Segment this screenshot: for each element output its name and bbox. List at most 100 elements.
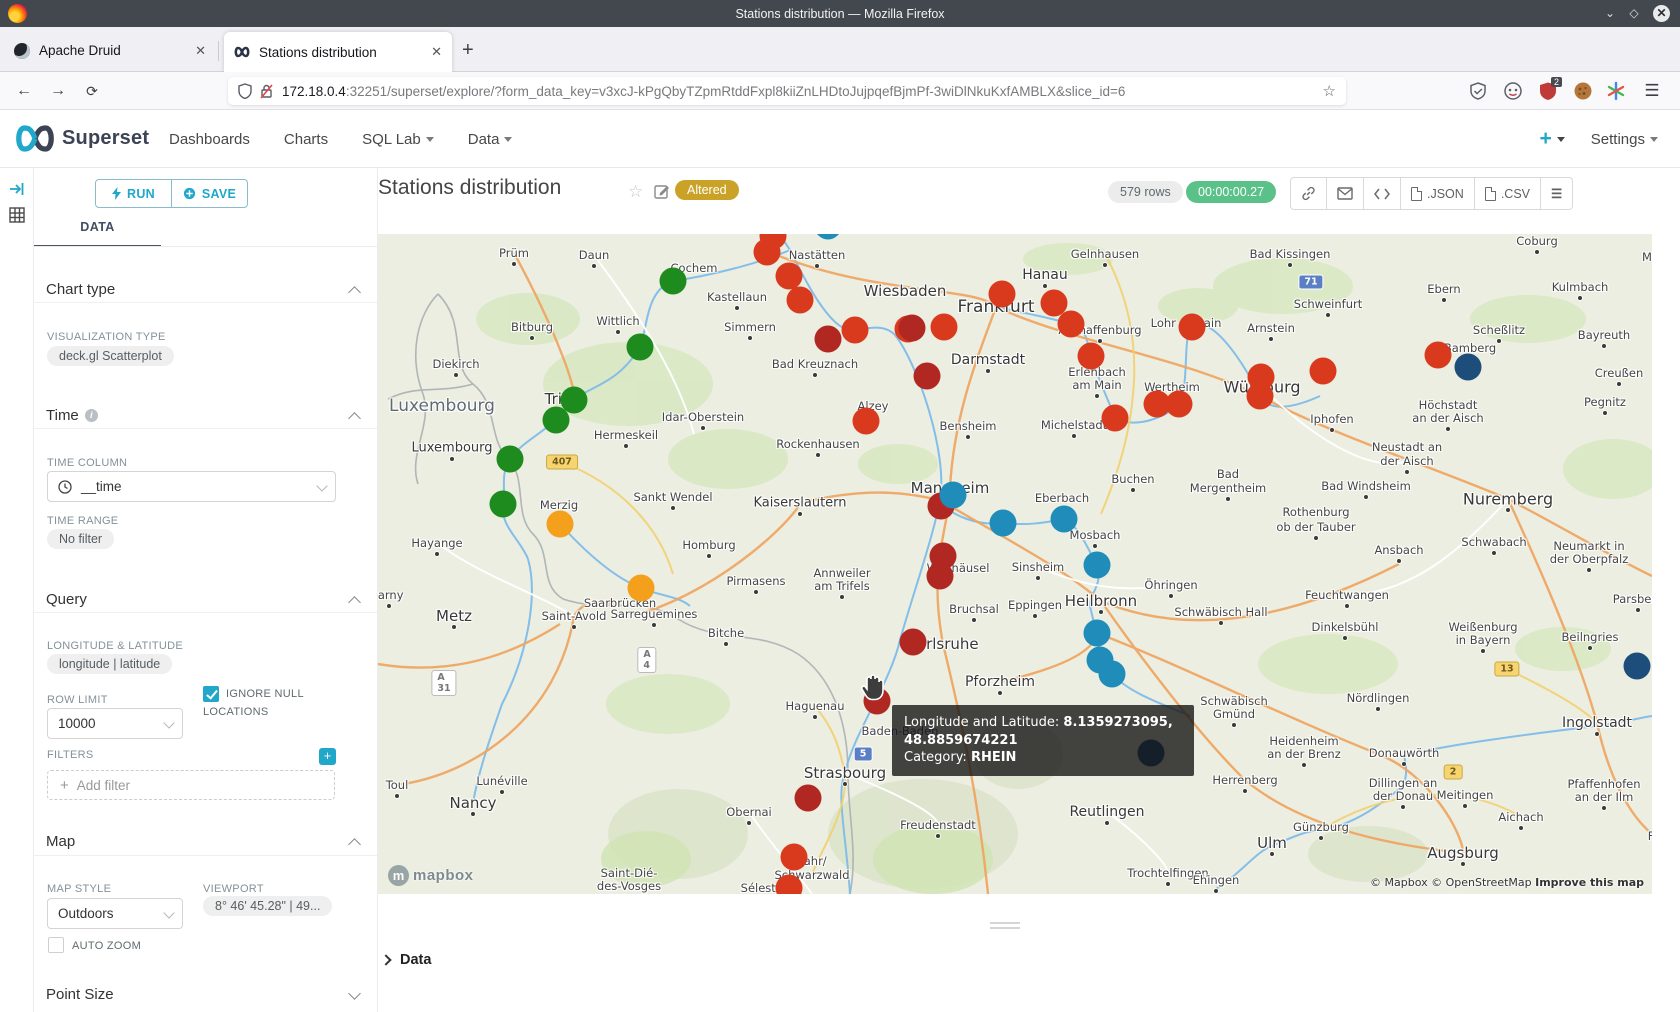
viewport-pill[interactable]: 8° 46' 45.28" | 49... <box>203 896 332 916</box>
data-point[interactable] <box>1058 311 1085 338</box>
lonlat-pill[interactable]: longitude | latitude <box>47 654 172 674</box>
tab-stations-distribution[interactable]: Stations distribution ✕ <box>224 32 452 72</box>
data-point[interactable] <box>1425 342 1452 369</box>
tab-close-icon[interactable]: ✕ <box>195 43 206 59</box>
superset-logo[interactable]: Superset <box>14 124 149 153</box>
cookie-icon[interactable] <box>1573 81 1593 101</box>
data-point[interactable] <box>853 408 880 435</box>
back-button[interactable]: ← <box>12 80 36 102</box>
map-style-select[interactable]: Outdoors <box>47 898 183 929</box>
section-time[interactable]: Timei <box>46 407 366 424</box>
data-point[interactable] <box>1166 391 1193 418</box>
data-point[interactable] <box>1051 506 1078 533</box>
data-point[interactable] <box>1624 653 1651 680</box>
data-point[interactable] <box>1310 358 1337 385</box>
window-maximize-icon[interactable]: ◇ <box>1626 5 1642 21</box>
mapbox-logo[interactable]: m mapbox <box>388 865 474 886</box>
data-point[interactable] <box>900 629 927 656</box>
section-point-size[interactable]: Point Size <box>46 986 366 1003</box>
edit-properties-icon[interactable] <box>654 183 670 199</box>
extension-shield-icon[interactable] <box>1468 81 1488 101</box>
new-tab-button[interactable]: + <box>462 39 474 61</box>
run-button[interactable]: RUN <box>96 180 172 207</box>
dataset-grid-icon[interactable] <box>8 206 26 224</box>
data-point[interactable] <box>931 314 958 341</box>
expand-panel-icon[interactable] <box>8 180 26 198</box>
nav-item-sql-lab[interactable]: SQL Lab <box>362 131 434 148</box>
data-point[interactable] <box>1102 405 1129 432</box>
section-query[interactable]: Query <box>46 591 366 608</box>
data-point[interactable] <box>940 482 967 509</box>
save-button[interactable]: SAVE <box>172 180 247 207</box>
nav-item-charts[interactable]: Charts <box>284 131 328 148</box>
section-chart-type[interactable]: Chart type <box>46 281 366 298</box>
add-filter-plus-button[interactable]: + <box>319 748 336 765</box>
data-point[interactable] <box>776 875 803 895</box>
tab-data[interactable]: DATA <box>34 220 161 234</box>
email-button[interactable] <box>1327 177 1364 210</box>
permissions-shield-icon[interactable] <box>238 83 252 99</box>
viz-type-pill[interactable]: deck.gl Scatterplot <box>47 346 174 366</box>
url-bar[interactable]: 172.18.0.4:32251/superset/explore/?form_… <box>228 77 1346 105</box>
tab-close-icon[interactable]: ✕ <box>431 44 442 60</box>
data-point[interactable] <box>1248 364 1275 391</box>
data-point[interactable] <box>787 287 814 314</box>
data-point[interactable] <box>627 334 654 361</box>
altered-badge[interactable]: Altered <box>675 180 739 200</box>
time-range-pill[interactable]: No filter <box>47 529 114 549</box>
drag-handle[interactable] <box>990 922 1020 932</box>
data-point[interactable] <box>989 281 1016 308</box>
data-point[interactable] <box>899 315 926 342</box>
data-point[interactable] <box>1084 552 1111 579</box>
data-point[interactable] <box>1455 354 1482 381</box>
multi-account-icon[interactable] <box>1606 81 1626 101</box>
insecure-lock-icon[interactable] <box>260 83 273 99</box>
map-attribution[interactable]: © Mapbox © OpenStreetMap Improve this ma… <box>1370 876 1644 889</box>
data-point[interactable] <box>497 446 524 473</box>
data-point[interactable] <box>628 575 655 602</box>
share-link-button[interactable] <box>1290 177 1327 210</box>
privacy-mask-icon[interactable] <box>1503 81 1523 101</box>
data-point[interactable] <box>815 326 842 353</box>
data-point[interactable] <box>842 317 869 344</box>
data-point[interactable] <box>1078 343 1105 370</box>
tab-apache-druid[interactable]: Apache Druid ✕ <box>4 32 216 69</box>
row-limit-select[interactable]: 10000 <box>47 708 183 739</box>
section-map[interactable]: Map <box>46 833 366 850</box>
data-point[interactable] <box>914 363 941 390</box>
data-point[interactable] <box>781 844 808 871</box>
window-minimize-icon[interactable]: ⌄ <box>1602 5 1618 21</box>
favorite-star-icon[interactable]: ☆ <box>628 182 643 202</box>
data-point[interactable] <box>490 491 517 518</box>
menu-hamburger-icon[interactable]: ☰ <box>1642 81 1662 101</box>
data-point[interactable] <box>543 407 570 434</box>
settings-menu[interactable]: Settings <box>1591 131 1658 148</box>
ublock-icon[interactable]: 2 <box>1538 81 1558 101</box>
data-point[interactable] <box>927 563 954 590</box>
more-options-button[interactable]: ☰ <box>1541 177 1573 210</box>
reload-button[interactable]: ⟳ <box>80 80 104 102</box>
new-item-button[interactable]: + <box>1540 127 1565 151</box>
window-close-icon[interactable]: ✕ <box>1653 5 1670 22</box>
data-point[interactable] <box>990 510 1017 537</box>
data-point[interactable] <box>754 239 781 266</box>
data-point[interactable] <box>1179 314 1206 341</box>
nav-item-dashboards[interactable]: Dashboards <box>169 131 250 148</box>
add-filter-box[interactable]: +Add filter <box>47 770 335 800</box>
time-column-select[interactable]: __time <box>47 471 336 502</box>
data-point[interactable] <box>795 785 822 812</box>
data-point[interactable] <box>1084 620 1111 647</box>
nav-item-data[interactable]: Data <box>468 131 513 148</box>
auto-zoom-checkbox[interactable] <box>48 937 64 953</box>
forward-button[interactable]: → <box>46 80 70 102</box>
export-json-button[interactable]: .JSON <box>1401 177 1475 210</box>
ignore-null-checkbox[interactable] <box>203 686 219 702</box>
export-csv-button[interactable]: .CSV <box>1475 177 1541 210</box>
data-collapse-row[interactable]: Data <box>382 952 431 968</box>
data-point[interactable] <box>660 268 687 295</box>
data-point[interactable] <box>1099 661 1126 688</box>
bookmark-star-icon[interactable]: ☆ <box>1323 82 1336 100</box>
embed-code-button[interactable] <box>1364 177 1401 210</box>
data-point[interactable] <box>776 263 803 290</box>
map-canvas[interactable]: PrümDaunCochemNastättenGelnhausenBad Kis… <box>378 234 1652 894</box>
